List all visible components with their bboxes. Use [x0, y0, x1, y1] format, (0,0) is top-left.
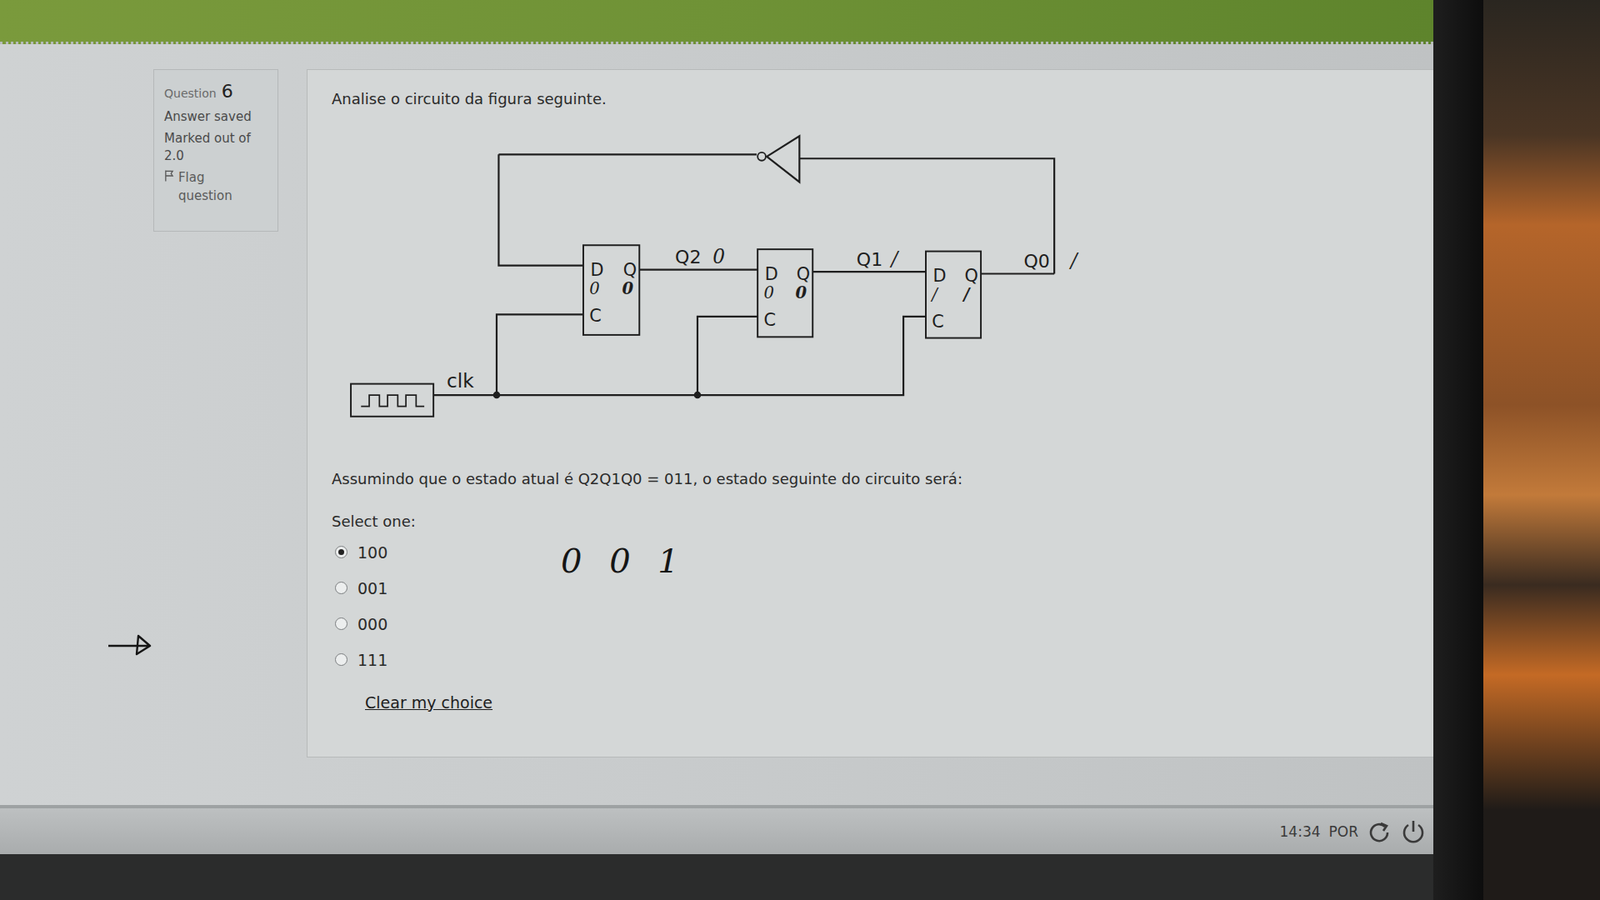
q-output-label: Q	[964, 265, 978, 286]
clock-input-label: C	[931, 311, 945, 332]
radio-button[interactable]	[335, 581, 348, 595]
d-flip-flop	[925, 251, 981, 339]
radio-dot	[338, 549, 345, 555]
photo-frame: Question6 Answer saved Marked out of 2.0Fl…	[0, 0, 1600, 900]
wire	[498, 153, 757, 155]
question-intro: Analise o circuito da figura seguinte.	[331, 90, 1410, 108]
radio-button[interactable]	[335, 653, 348, 666]
select-label: Select one:	[331, 512, 1410, 530]
clock-label: clk	[446, 370, 475, 393]
question-panel: Analise o circuito da figura seguinte. cl…	[306, 69, 1434, 758]
q-output-label: Q	[623, 260, 637, 280]
question-label: Question	[164, 85, 217, 102]
answer-options: 100 001 000 111	[331, 540, 1410, 672]
answer-option[interactable]: 001	[335, 575, 1410, 600]
page-content: Question6 Answer saved Marked out of 2.0Fl…	[0, 44, 1434, 805]
square-wave-icon	[360, 395, 425, 406]
handwritten-answer: 0 0 1	[560, 541, 688, 580]
output-label: Q2	[675, 246, 701, 268]
wire	[433, 316, 926, 395]
question-heading: Question6	[164, 78, 268, 105]
handwritten-arrow-icon	[106, 630, 154, 658]
q-output-label: Q	[796, 264, 810, 285]
wire	[799, 158, 1055, 274]
monitor-bezel-side	[1433, 0, 1484, 900]
handwritten-note: 0	[589, 279, 600, 299]
d-input-label: D	[765, 264, 779, 285]
inverter-gate	[766, 135, 800, 182]
circuit-diagram: clkDQC00Q20DQC00Q1/DQC//Q0/	[338, 120, 1094, 427]
handwritten-note: /	[930, 285, 940, 305]
question-number: 6	[221, 78, 234, 105]
option-label[interactable]: 001	[357, 579, 388, 598]
answer-option[interactable]: 100	[335, 540, 1410, 565]
handwritten-note: 0	[712, 245, 725, 268]
radio-button[interactable]	[335, 545, 348, 559]
wire	[980, 272, 1055, 275]
wire	[639, 269, 758, 271]
flag-question[interactable]: Flag question	[164, 169, 256, 206]
radio-button[interactable]	[335, 617, 348, 630]
handwritten-note: 0	[763, 283, 774, 303]
wire	[812, 270, 926, 273]
handwritten-note: /	[889, 247, 900, 270]
taskbar: 14:34 POR	[0, 805, 1434, 855]
wire	[697, 316, 758, 395]
flag-icon[interactable]	[164, 169, 175, 183]
marked-out-of: Marked out of 2.0	[164, 130, 258, 167]
clock-time: 14:34	[1280, 823, 1321, 840]
refresh-icon[interactable]	[1366, 819, 1392, 845]
answer-option[interactable]: 111	[335, 647, 1410, 672]
output-label: Q1	[856, 249, 883, 270]
question-info: Question6 Answer saved Marked out of 2.0Fl…	[153, 69, 279, 232]
handwritten-note: 0	[795, 283, 807, 303]
monitor-screen: Question6 Answer saved Marked out of 2.0Fl…	[0, 0, 1434, 900]
handwritten-note: 0	[621, 279, 634, 299]
header-bar	[0, 0, 1434, 45]
d-input-label: D	[933, 265, 947, 286]
flag-label[interactable]: Flag question	[178, 169, 256, 206]
monitor-bezel-bottom	[0, 854, 1434, 900]
junction-dot	[694, 391, 702, 400]
room-background	[1483, 0, 1600, 900]
clock-input-label: C	[763, 310, 776, 330]
d-input-label: D	[590, 260, 605, 280]
option-label[interactable]: 000	[357, 615, 388, 634]
option-label[interactable]: 111	[357, 650, 388, 670]
inverter-bubble	[757, 152, 766, 161]
wire	[498, 154, 584, 265]
answer-status: Answer saved	[164, 108, 268, 127]
d-flip-flop	[583, 245, 640, 335]
option-label[interactable]: 100	[357, 543, 388, 562]
power-icon[interactable]	[1400, 818, 1427, 845]
wire	[496, 314, 584, 395]
output-label: Q0	[1023, 250, 1050, 272]
d-flip-flop	[757, 249, 813, 337]
keyboard-language[interactable]: POR	[1329, 823, 1359, 840]
question-prompt: Assumindo que o estado atual é Q2Q1Q0 = …	[331, 470, 1410, 488]
clock-input-label: C	[589, 305, 602, 326]
clock-source	[350, 384, 434, 417]
clear-choice-link[interactable]: Clear my choice	[365, 693, 1410, 712]
handwritten-note: /	[1069, 249, 1080, 272]
handwritten-note: /	[961, 285, 971, 305]
answer-option[interactable]: 000	[335, 611, 1410, 636]
junction-dot	[493, 391, 501, 400]
